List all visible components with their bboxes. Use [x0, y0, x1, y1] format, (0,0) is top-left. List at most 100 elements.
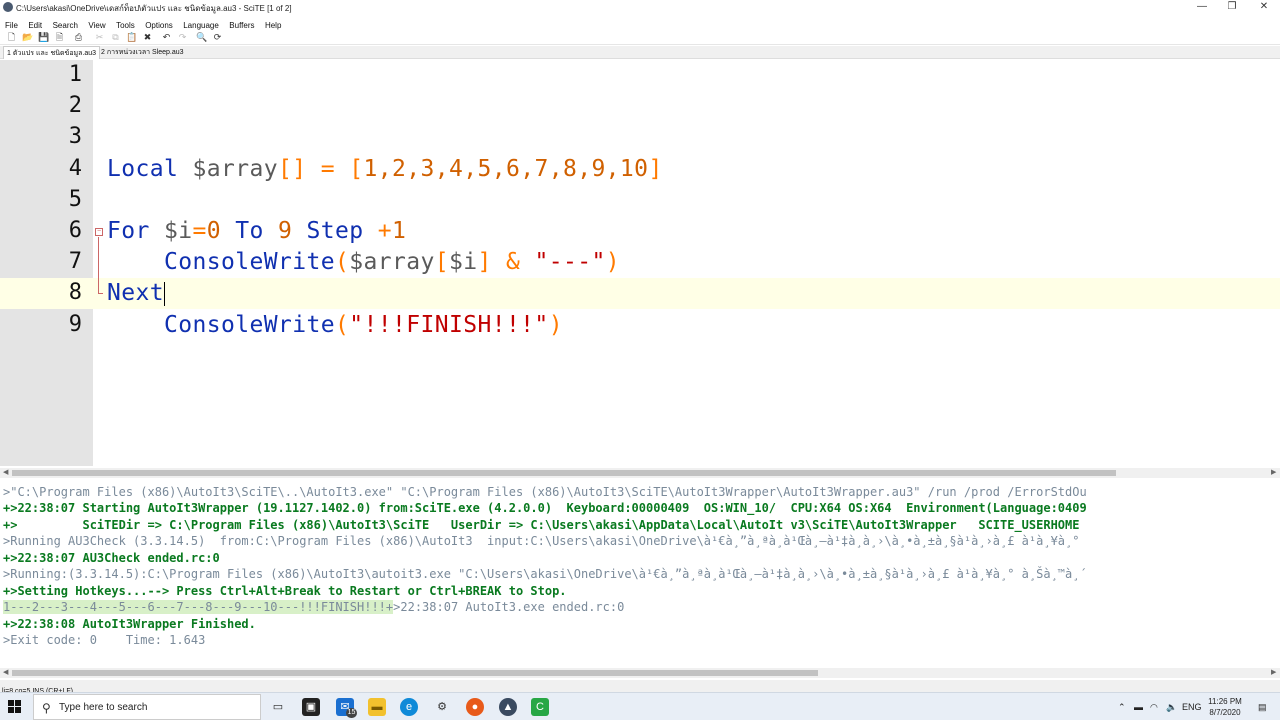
system-clock[interactable]: 11:26 PM 8/7/2020 [1200, 696, 1250, 718]
network-icon[interactable]: ◠ [1150, 702, 1158, 713]
output-line: +> SciTEDir => C:\Program Files (x86)\Au… [3, 518, 1080, 532]
close-file-icon[interactable]: 🗎 [54, 32, 65, 43]
code-text: ConsoleWrite("!!!FINISH!!!") [107, 311, 563, 340]
scroll-left-arrow-icon[interactable]: ◀ [3, 668, 8, 678]
file-explorer-icon[interactable]: ▬ [368, 698, 386, 716]
new-file-icon[interactable]: 🗋 [6, 32, 17, 43]
variable: $i [448, 249, 478, 275]
delete-icon[interactable]: ✖ [142, 32, 153, 43]
string-literal: "!!!FINISH!!!" [349, 312, 549, 338]
find-icon[interactable]: 🔍 [196, 32, 207, 43]
edge-browser-icon[interactable]: e [400, 698, 418, 716]
settings-gear-icon[interactable]: ⚙ [433, 698, 451, 716]
output-line: >Running AU3Check (3.3.14.5) from:C:\Pro… [3, 534, 1087, 548]
windows-taskbar: ⚲ Type here to search ▭ ▣ ✉ 15 ▬ e ⚙ ● ▲… [0, 692, 1280, 720]
window-title: C:\Users\akasi\OneDrive\เดสก์ท็อป\ตัวแปร… [16, 4, 292, 13]
scroll-right-arrow-icon[interactable]: ▶ [1271, 668, 1276, 678]
operator: ( [334, 312, 350, 338]
scite-taskbar-icon[interactable]: C [531, 698, 549, 716]
recorder-icon[interactable]: ● [466, 698, 484, 716]
maximize-button[interactable]: ❐ [1216, 0, 1248, 15]
scrollbar-thumb[interactable] [12, 670, 818, 676]
line-number: 3 [68, 124, 82, 149]
program-output-highlight: 1---2---3---4---5---6---7---8---9---10--… [3, 600, 394, 614]
output-line: 1---2---3---4---5---6---7---8---9---10--… [3, 599, 624, 615]
variable: $array [349, 249, 435, 275]
output-line: +>Setting Hotkeys...--> Press Ctrl+Alt+B… [3, 584, 567, 598]
operator: [] [277, 156, 307, 182]
code-line-9: 9 ConsoleWrite("!!!FINISH!!!") [0, 310, 1280, 341]
output-text: >22:38:07 AutoIt3.exe ended.rc:0 [393, 600, 625, 614]
clock-time: 11:26 PM [1208, 697, 1242, 706]
output-pane[interactable]: >"C:\Program Files (x86)\AutoIt3\SciTE\.… [0, 482, 1280, 667]
code-text: ConsoleWrite($array[$i] & "---") [107, 248, 620, 277]
save-icon[interactable]: 💾 [38, 32, 49, 43]
output-line: >Running:(3.3.14.5):C:\Program Files (x8… [3, 567, 1087, 581]
redo-icon[interactable]: ↷ [177, 32, 188, 43]
code-text: Next [107, 279, 165, 308]
keyword-to: To [221, 218, 278, 244]
buffer-tabs: 1 ตัวแปร และ ชนิดข้อมูล.au3 2 การหน่วงเว… [0, 46, 1280, 59]
output-line: +>22:38:07 AU3Check ended.rc:0 [3, 551, 220, 565]
windows-start-icon[interactable] [8, 700, 22, 714]
status-bar: li=8 co=5 INS (CR+LF) [0, 680, 1280, 695]
menu-bar: File Edit Search View Tools Options Lang… [0, 15, 1280, 30]
tray-app-icon[interactable]: ▬ [1134, 702, 1143, 712]
open-folder-icon[interactable]: 📂 [22, 32, 33, 43]
task-view-icon[interactable]: ▭ [269, 698, 287, 716]
line-number: 6 [68, 218, 82, 243]
fold-end-marker [98, 293, 103, 294]
copy-icon[interactable]: ⧉ [110, 32, 121, 43]
undo-icon[interactable]: ↶ [161, 32, 172, 43]
taskbar-search-box[interactable]: ⚲ Type here to search [33, 694, 261, 720]
fold-guide-line [98, 237, 99, 294]
scite-app-icon [3, 2, 13, 12]
autoit-icon[interactable]: ▲ [499, 698, 517, 716]
code-line-2: 2 [0, 91, 1280, 122]
operator: ) [548, 312, 563, 338]
volume-icon[interactable]: 🔈 [1166, 702, 1177, 713]
operator: [ [434, 249, 449, 275]
line-number: 8 [68, 280, 82, 305]
variable: $array [178, 156, 278, 182]
output-line: +>22:38:07 Starting AutoIt3Wrapper (19.1… [3, 501, 1087, 515]
close-button[interactable]: ✕ [1248, 0, 1280, 15]
chevron-up-icon[interactable]: ⌃ [1118, 702, 1126, 713]
function-name: ConsoleWrite [164, 249, 335, 275]
minimize-button[interactable]: — [1186, 0, 1218, 15]
line-number: 9 [68, 312, 82, 337]
cut-icon[interactable]: ✂ [94, 32, 105, 43]
fold-collapse-icon[interactable]: − [95, 228, 103, 236]
scrollbar-thumb[interactable] [12, 470, 1116, 476]
replace-icon[interactable]: ⟳ [212, 32, 223, 43]
print-icon[interactable]: ⎙ [73, 32, 84, 43]
code-line-3: 3 [0, 122, 1280, 153]
code-line-4: 4 Local $array[] = [1,2,3,4,5,6,7,8,9,10… [0, 154, 1280, 185]
editor-horizontal-scrollbar[interactable]: ◀ ▶ [0, 468, 1280, 478]
line-number: 5 [68, 187, 82, 212]
scroll-left-arrow-icon[interactable]: ◀ [3, 468, 8, 478]
title-bar: C:\Users\akasi\OneDrive\เดสก์ท็อป\ตัวแปร… [0, 0, 1280, 15]
line-number: 7 [68, 249, 82, 274]
language-indicator[interactable]: ENG [1182, 702, 1202, 712]
tab-buffer-1[interactable]: 1 ตัวแปร และ ชนิดข้อมูล.au3 [3, 46, 101, 59]
notifications-icon[interactable]: ▤ [1258, 702, 1267, 713]
scroll-right-arrow-icon[interactable]: ▶ [1271, 468, 1276, 478]
output-horizontal-scrollbar[interactable]: ◀ ▶ [0, 668, 1280, 678]
operator: + [377, 218, 392, 244]
tab-buffer-2[interactable]: 2 การหน่วงเวลา Sleep.au3 [98, 46, 187, 59]
output-line: >"C:\Program Files (x86)\AutoIt3\SciTE\.… [3, 485, 1087, 499]
number: 9 [278, 218, 293, 244]
code-line-5: 5 [0, 185, 1280, 216]
code-line-7: 7 ConsoleWrite($array[$i] & "---") [0, 247, 1280, 278]
code-text: Local $array[] = [1,2,3,4,5,6,7,8,9,10] [107, 155, 663, 184]
operator: ( [334, 249, 350, 275]
output-line: >Exit code: 0 Time: 1.643 [3, 633, 206, 647]
mail-badge: 15 [346, 708, 357, 718]
store-icon[interactable]: ▣ [302, 698, 320, 716]
paste-icon[interactable]: 📋 [126, 32, 137, 43]
clock-date: 8/7/2020 [1209, 708, 1241, 717]
function-name: ConsoleWrite [164, 312, 335, 338]
code-editor[interactable]: 1 2 3 4 Local $array[] = [1,2,3,4,5,6,7,… [0, 60, 1280, 466]
number: 0 [206, 218, 221, 244]
